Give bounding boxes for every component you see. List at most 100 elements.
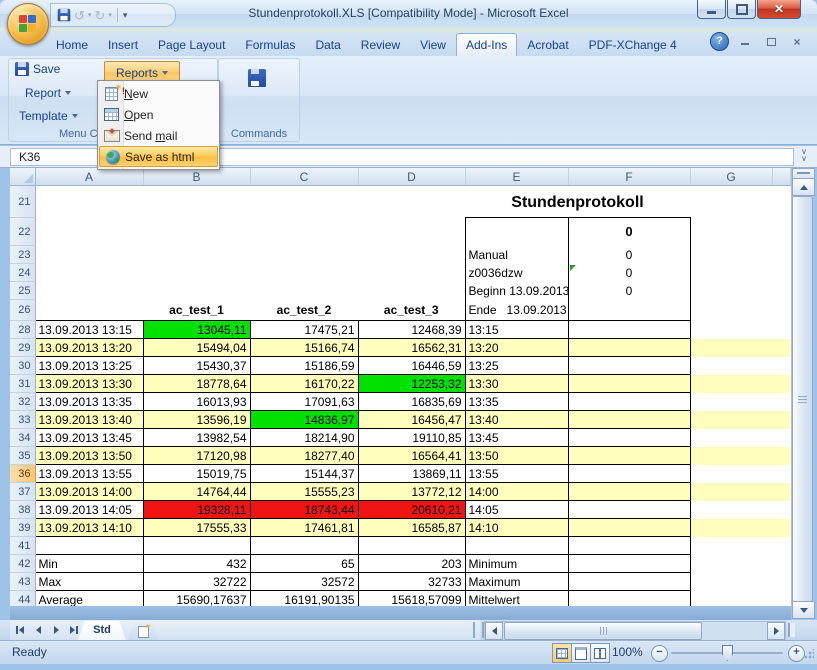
cell-F42[interactable] bbox=[568, 555, 690, 573]
cell-G41[interactable] bbox=[690, 537, 772, 555]
cell-C41[interactable] bbox=[250, 537, 358, 555]
cell-B41[interactable] bbox=[143, 537, 250, 555]
row-header-32[interactable]: 32 bbox=[10, 393, 35, 411]
cell-D42[interactable]: 203 bbox=[358, 555, 465, 573]
cell-E32[interactable]: 13:35 bbox=[465, 393, 568, 411]
row-header-33[interactable]: 33 bbox=[10, 411, 35, 429]
cell-F31[interactable] bbox=[568, 375, 690, 393]
menu-item-open[interactable]: Open bbox=[99, 104, 218, 125]
cell-H21[interactable] bbox=[772, 186, 790, 218]
cell-E36[interactable]: 13:55 bbox=[465, 465, 568, 483]
col-header-a[interactable]: A bbox=[35, 168, 143, 186]
redo-dropdown-icon[interactable]: ▾ bbox=[108, 11, 112, 19]
row-header-41[interactable]: 41 bbox=[10, 537, 35, 555]
cell-F35[interactable] bbox=[568, 447, 690, 465]
help-icon[interactable]: ? bbox=[710, 32, 729, 51]
cell-A38[interactable]: 13.09.2013 14:05 bbox=[35, 501, 143, 519]
cell-F34[interactable] bbox=[568, 429, 690, 447]
next-sheet-button[interactable] bbox=[48, 622, 64, 638]
cell-F41[interactable] bbox=[568, 537, 690, 555]
row-header-44[interactable]: 44 bbox=[10, 591, 35, 607]
cell-E41[interactable] bbox=[465, 537, 568, 555]
cell-G30[interactable] bbox=[690, 357, 772, 375]
row-header-38[interactable]: 38 bbox=[10, 501, 35, 519]
cell-A34[interactable]: 13.09.2013 13:45 bbox=[35, 429, 143, 447]
row-header-42[interactable]: 42 bbox=[10, 555, 35, 573]
cell-D36[interactable]: 13869,11 bbox=[358, 465, 465, 483]
horizontal-scroll-thumb[interactable] bbox=[504, 622, 702, 640]
cell-C42[interactable]: 65 bbox=[250, 555, 358, 573]
cell-B29[interactable]: 15494,04 bbox=[143, 339, 250, 357]
cell-H34[interactable] bbox=[772, 429, 790, 447]
row-header-37[interactable]: 37 bbox=[10, 483, 35, 501]
cell-H23[interactable] bbox=[772, 246, 790, 264]
cell-E26[interactable]: Ende 13.09.2013 bbox=[465, 300, 568, 321]
row-header-28[interactable]: 28 bbox=[10, 321, 35, 339]
row-header-26[interactable]: 26 bbox=[10, 300, 35, 321]
cell-G44[interactable] bbox=[690, 591, 772, 607]
cell-A29[interactable]: 13.09.2013 13:20 bbox=[35, 339, 143, 357]
tab-insert[interactable]: Insert bbox=[98, 33, 148, 56]
col-header-g[interactable]: G bbox=[690, 168, 772, 186]
tab-page-layout[interactable]: Page Layout bbox=[148, 33, 235, 56]
cell-G23[interactable] bbox=[690, 246, 772, 264]
cell-D43[interactable]: 32733 bbox=[358, 573, 465, 591]
cell-F38[interactable] bbox=[568, 501, 690, 519]
cell-E31[interactable]: 13:30 bbox=[465, 375, 568, 393]
workbook-close-button[interactable]: × bbox=[787, 34, 807, 49]
insert-worksheet-tab[interactable] bbox=[128, 623, 158, 640]
row-header-29[interactable]: 29 bbox=[10, 339, 35, 357]
cell-B28[interactable]: 13045,11 bbox=[143, 321, 250, 339]
cell-B36[interactable]: 15019,75 bbox=[143, 465, 250, 483]
cell-H36[interactable] bbox=[772, 465, 790, 483]
cell-A32[interactable]: 13.09.2013 13:35 bbox=[35, 393, 143, 411]
cell-B30[interactable]: 15430,37 bbox=[143, 357, 250, 375]
cell-E44[interactable]: Mittelwert bbox=[465, 591, 568, 607]
redo-icon[interactable]: ↻ bbox=[94, 9, 105, 22]
cell-F25[interactable]: 0 bbox=[568, 282, 690, 300]
cell-H42[interactable] bbox=[772, 555, 790, 573]
cell-A28[interactable]: 13.09.2013 13:15 bbox=[35, 321, 143, 339]
scroll-up-button[interactable] bbox=[792, 178, 815, 196]
horizontal-scrollbar[interactable] bbox=[484, 621, 786, 641]
cell-B39[interactable]: 17555,33 bbox=[143, 519, 250, 537]
cell-D33[interactable]: 16456,47 bbox=[358, 411, 465, 429]
cell-G35[interactable] bbox=[690, 447, 772, 465]
cell-C26[interactable]: ac_test_2 bbox=[250, 300, 358, 321]
cell-F43[interactable] bbox=[568, 573, 690, 591]
cell-A26[interactable] bbox=[35, 300, 143, 321]
cell-D37[interactable]: 13772,12 bbox=[358, 483, 465, 501]
cell-E38[interactable]: 14:05 bbox=[465, 501, 568, 519]
cell-G26[interactable] bbox=[690, 300, 772, 321]
cell-E39[interactable]: 14:10 bbox=[465, 519, 568, 537]
tab-split-handle[interactable] bbox=[473, 622, 484, 638]
col-header-c[interactable]: C bbox=[250, 168, 358, 186]
save-icon[interactable] bbox=[58, 9, 71, 22]
tab-add-ins[interactable]: Add-Ins bbox=[456, 33, 517, 56]
tab-home[interactable]: Home bbox=[46, 33, 98, 56]
workbook-minimize-button[interactable] bbox=[735, 34, 755, 49]
cell-C28[interactable]: 17475,21 bbox=[250, 321, 358, 339]
cell-D35[interactable]: 16564,41 bbox=[358, 447, 465, 465]
previous-sheet-button[interactable] bbox=[30, 622, 46, 638]
cell-F29[interactable] bbox=[568, 339, 690, 357]
cell-F22[interactable]: 0 bbox=[568, 218, 690, 246]
cell-F23[interactable]: 0 bbox=[568, 246, 690, 264]
cell-A37[interactable]: 13.09.2013 14:00 bbox=[35, 483, 143, 501]
row-header-24[interactable]: 24 bbox=[10, 264, 35, 282]
scroll-left-button[interactable] bbox=[485, 622, 503, 640]
cell-G36[interactable] bbox=[690, 465, 772, 483]
row-header-43[interactable]: 43 bbox=[10, 573, 35, 591]
cell-B32[interactable]: 16013,93 bbox=[143, 393, 250, 411]
cell-F24[interactable]: 0 bbox=[568, 264, 690, 282]
name-box[interactable]: K36 bbox=[10, 148, 104, 166]
cell-H39[interactable] bbox=[772, 519, 790, 537]
cell-A24[interactable] bbox=[35, 264, 465, 282]
cell-A39[interactable]: 13.09.2013 14:10 bbox=[35, 519, 143, 537]
cell-G31[interactable] bbox=[690, 375, 772, 393]
cell-B26[interactable]: ac_test_1 bbox=[143, 300, 250, 321]
cell-A21[interactable] bbox=[35, 186, 465, 218]
cell-A33[interactable]: 13.09.2013 13:40 bbox=[35, 411, 143, 429]
cell-G24[interactable] bbox=[690, 264, 772, 282]
cell-A25[interactable] bbox=[35, 282, 465, 300]
